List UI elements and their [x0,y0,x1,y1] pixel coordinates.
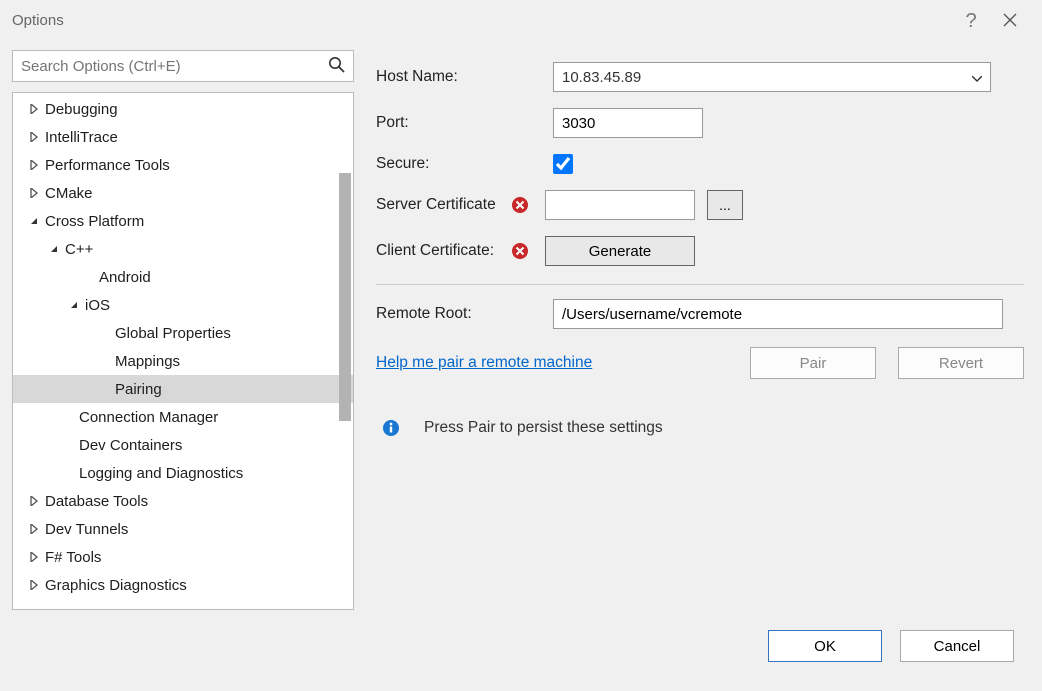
server-cert-input[interactable] [545,190,695,220]
tree-item-label: Debugging [45,101,118,118]
tree-item-label: Pairing [115,381,162,398]
tree-item-label: Mappings [115,353,180,370]
tree-item-label: Dev Containers [79,437,182,454]
chevron-right-icon[interactable] [27,188,41,198]
chevron-right-icon[interactable] [27,524,41,534]
remote-root-input[interactable] [553,299,1003,329]
window-title: Options [12,12,64,29]
tree-item-pairing[interactable]: Pairing [13,375,353,403]
remote-root-label: Remote Root: [376,305,553,323]
help-icon[interactable]: ? [950,0,990,40]
tree-item-debugging[interactable]: Debugging [13,95,353,123]
chevron-down-icon[interactable] [972,69,982,86]
tree-item-label: F# Tools [45,549,101,566]
tree-item-cross-platform[interactable]: Cross Platform [13,207,353,235]
chevron-right-icon[interactable] [27,160,41,170]
error-icon [511,196,533,214]
chevron-down-icon[interactable] [47,244,61,254]
tree-item-c-[interactable]: C++ [13,235,353,263]
tree-item-label: Connection Manager [79,409,218,426]
tree-item-label: iOS [85,297,110,314]
tree-item-database-tools[interactable]: Database Tools [13,487,353,515]
ok-button[interactable]: OK [768,630,882,662]
secure-checkbox[interactable] [553,154,573,174]
hostname-label: Host Name: [376,68,531,86]
scrollbar[interactable] [337,173,353,533]
tree-item-graphics-diagnostics[interactable]: Graphics Diagnostics [13,571,353,599]
tree-item-intellitrace[interactable]: IntelliTrace [13,123,353,151]
tree-item-f-tools[interactable]: F# Tools [13,543,353,571]
revert-button[interactable]: Revert [898,347,1024,379]
tree-item-label: Logging and Diagnostics [79,465,243,482]
tree-item-dev-tunnels[interactable]: Dev Tunnels [13,515,353,543]
scrollbar-thumb[interactable] [339,173,351,421]
client-cert-label: Client Certificate: [376,242,511,260]
tree-item-label: Database Tools [45,493,148,510]
tree-item-label: Cross Platform [45,213,144,230]
tree-item-android[interactable]: Android [13,263,353,291]
search-icon[interactable] [328,56,346,77]
tree-item-ios[interactable]: iOS [13,291,353,319]
tree-item-label: IntelliTrace [45,129,118,146]
svg-text:?: ? [966,11,977,29]
tree-item-label: C++ [65,241,93,258]
cancel-button[interactable]: Cancel [900,630,1014,662]
chevron-right-icon[interactable] [27,552,41,562]
tree-item-mappings[interactable]: Mappings [13,347,353,375]
help-pair-link[interactable]: Help me pair a remote machine [376,354,592,372]
browse-button[interactable]: ... [707,190,743,220]
tree-item-cmake[interactable]: CMake [13,179,353,207]
info-message: Press Pair to persist these settings [424,419,663,437]
generate-button[interactable]: Generate [545,236,695,266]
tree-item-label: Performance Tools [45,157,170,174]
settings-panel: Host Name: 10.83.45.89 Port: Secure: Ser… [376,50,1030,610]
chevron-down-icon[interactable] [67,300,81,310]
chevron-right-icon[interactable] [27,580,41,590]
close-icon[interactable] [990,0,1030,40]
hostname-combo[interactable]: 10.83.45.89 [553,62,991,92]
info-icon [382,419,400,437]
chevron-right-icon[interactable] [27,496,41,506]
port-input[interactable] [553,108,703,138]
options-tree: Debugging IntelliTrace Performance Tools CM… [12,92,354,610]
chevron-right-icon[interactable] [27,104,41,114]
chevron-down-icon[interactable] [27,216,41,226]
pair-button[interactable]: Pair [750,347,876,379]
chevron-right-icon[interactable] [27,132,41,142]
tree-item-label: Android [99,269,151,286]
tree-item-dev-containers[interactable]: Dev Containers [13,431,353,459]
hostname-value: 10.83.45.89 [562,69,641,86]
titlebar: Options ? [0,0,1042,40]
dialog-footer: OK Cancel [0,610,1042,662]
tree-item-performance-tools[interactable]: Performance Tools [13,151,353,179]
tree-item-global-properties[interactable]: Global Properties [13,319,353,347]
error-icon [511,242,533,260]
secure-label: Secure: [376,155,531,173]
tree-item-label: Global Properties [115,325,231,342]
tree-item-label: Dev Tunnels [45,521,128,538]
search-box [12,50,354,82]
tree-item-label: CMake [45,185,93,202]
search-input[interactable] [12,50,354,82]
port-label: Port: [376,114,531,132]
tree-item-label: Graphics Diagnostics [45,577,187,594]
server-cert-label: Server Certificate [376,196,511,214]
tree-item-logging-and-diagnostics[interactable]: Logging and Diagnostics [13,459,353,487]
tree-item-connection-manager[interactable]: Connection Manager [13,403,353,431]
